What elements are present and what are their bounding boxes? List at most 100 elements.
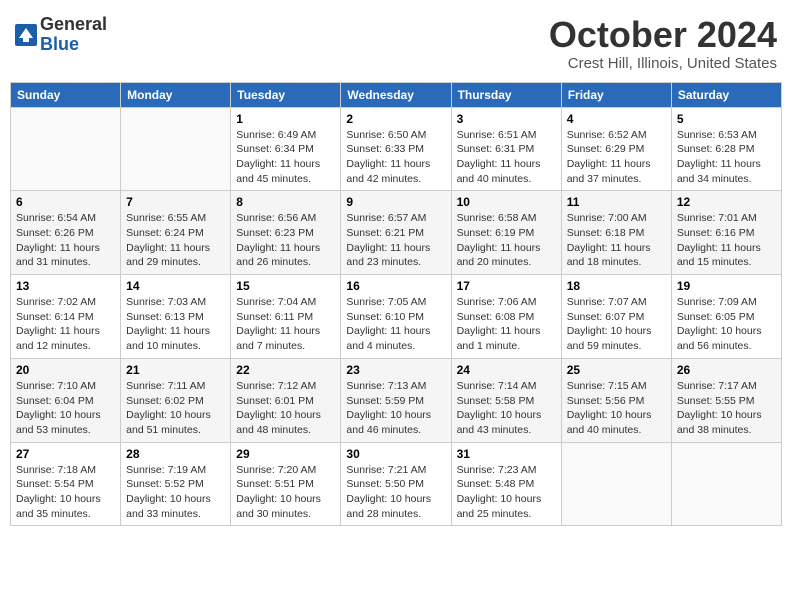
day-number: 16 [346, 279, 445, 293]
calendar-cell: 14 Sunrise: 7:03 AMSunset: 6:13 PMDayligh… [121, 275, 231, 359]
day-detail: Sunrise: 7:23 AMSunset: 5:48 PMDaylight:… [457, 463, 556, 522]
calendar-cell: 31 Sunrise: 7:23 AMSunset: 5:48 PMDayligh… [451, 442, 561, 526]
day-number: 6 [16, 195, 115, 209]
month-title: October 2024 [549, 15, 777, 55]
weekday-header-tuesday: Tuesday [231, 82, 341, 107]
logo-blue: Blue [40, 35, 107, 55]
page-header: General Blue October 2024 Crest Hill, Il… [10, 10, 782, 72]
day-detail: Sunrise: 7:04 AMSunset: 6:11 PMDaylight:… [236, 295, 335, 354]
day-number: 20 [16, 363, 115, 377]
day-detail: Sunrise: 7:20 AMSunset: 5:51 PMDaylight:… [236, 463, 335, 522]
day-detail: Sunrise: 6:50 AMSunset: 6:33 PMDaylight:… [346, 128, 445, 187]
day-number: 5 [677, 112, 776, 126]
calendar-cell [11, 107, 121, 191]
day-detail: Sunrise: 7:18 AMSunset: 5:54 PMDaylight:… [16, 463, 115, 522]
day-detail: Sunrise: 7:13 AMSunset: 5:59 PMDaylight:… [346, 379, 445, 438]
week-row-4: 20 Sunrise: 7:10 AMSunset: 6:04 PMDayligh… [11, 358, 782, 442]
day-detail: Sunrise: 6:52 AMSunset: 6:29 PMDaylight:… [567, 128, 666, 187]
calendar-cell: 16 Sunrise: 7:05 AMSunset: 6:10 PMDayligh… [341, 275, 451, 359]
calendar-cell: 7 Sunrise: 6:55 AMSunset: 6:24 PMDaylight… [121, 191, 231, 275]
day-number: 9 [346, 195, 445, 209]
calendar-cell: 18 Sunrise: 7:07 AMSunset: 6:07 PMDayligh… [561, 275, 671, 359]
day-detail: Sunrise: 6:56 AMSunset: 6:23 PMDaylight:… [236, 211, 335, 270]
calendar-cell: 17 Sunrise: 7:06 AMSunset: 6:08 PMDayligh… [451, 275, 561, 359]
weekday-header-wednesday: Wednesday [341, 82, 451, 107]
day-number: 27 [16, 447, 115, 461]
day-number: 11 [567, 195, 666, 209]
calendar-cell: 11 Sunrise: 7:00 AMSunset: 6:18 PMDayligh… [561, 191, 671, 275]
calendar-cell: 3Sunrise: 6:51 AMSunset: 6:31 PMDaylight… [451, 107, 561, 191]
calendar-cell: 29 Sunrise: 7:20 AMSunset: 5:51 PMDayligh… [231, 442, 341, 526]
calendar-cell: 22 Sunrise: 7:12 AMSunset: 6:01 PMDayligh… [231, 358, 341, 442]
day-number: 17 [457, 279, 556, 293]
day-number: 29 [236, 447, 335, 461]
day-number: 28 [126, 447, 225, 461]
day-detail: Sunrise: 6:54 AMSunset: 6:26 PMDaylight:… [16, 211, 115, 270]
calendar-cell: 25 Sunrise: 7:15 AMSunset: 5:56 PMDayligh… [561, 358, 671, 442]
calendar-cell: 13 Sunrise: 7:02 AMSunset: 6:14 PMDayligh… [11, 275, 121, 359]
calendar-cell: 19 Sunrise: 7:09 AMSunset: 6:05 PMDayligh… [671, 275, 781, 359]
calendar-cell: 12 Sunrise: 7:01 AMSunset: 6:16 PMDayligh… [671, 191, 781, 275]
day-number: 24 [457, 363, 556, 377]
day-number: 3 [457, 112, 556, 126]
day-detail: Sunrise: 7:07 AMSunset: 6:07 PMDaylight:… [567, 295, 666, 354]
week-row-2: 6 Sunrise: 6:54 AMSunset: 6:26 PMDaylight… [11, 191, 782, 275]
calendar-cell: 8 Sunrise: 6:56 AMSunset: 6:23 PMDaylight… [231, 191, 341, 275]
weekday-header-monday: Monday [121, 82, 231, 107]
day-detail: Sunrise: 6:58 AMSunset: 6:19 PMDaylight:… [457, 211, 556, 270]
calendar-cell: 30Sunrise: 7:21 AMSunset: 5:50 PMDayligh… [341, 442, 451, 526]
day-detail: Sunrise: 7:00 AMSunset: 6:18 PMDaylight:… [567, 211, 666, 270]
calendar-cell: 5 Sunrise: 6:53 AMSunset: 6:28 PMDaylight… [671, 107, 781, 191]
calendar-cell: 15 Sunrise: 7:04 AMSunset: 6:11 PMDayligh… [231, 275, 341, 359]
day-number: 4 [567, 112, 666, 126]
calendar-cell: 28 Sunrise: 7:19 AMSunset: 5:52 PMDayligh… [121, 442, 231, 526]
logo: General Blue [15, 15, 107, 55]
day-detail: Sunrise: 7:10 AMSunset: 6:04 PMDaylight:… [16, 379, 115, 438]
weekday-header-saturday: Saturday [671, 82, 781, 107]
day-number: 13 [16, 279, 115, 293]
day-detail: Sunrise: 6:49 AMSunset: 6:34 PMDaylight:… [236, 128, 335, 187]
calendar-cell: 21Sunrise: 7:11 AMSunset: 6:02 PMDayligh… [121, 358, 231, 442]
day-detail: Sunrise: 7:03 AMSunset: 6:13 PMDaylight:… [126, 295, 225, 354]
day-number: 23 [346, 363, 445, 377]
day-detail: Sunrise: 7:05 AMSunset: 6:10 PMDaylight:… [346, 295, 445, 354]
day-detail: Sunrise: 6:55 AMSunset: 6:24 PMDaylight:… [126, 211, 225, 270]
day-number: 12 [677, 195, 776, 209]
day-number: 25 [567, 363, 666, 377]
day-number: 18 [567, 279, 666, 293]
day-number: 15 [236, 279, 335, 293]
logo-icon [15, 24, 37, 46]
day-number: 7 [126, 195, 225, 209]
logo-general: General [40, 15, 107, 35]
day-detail: Sunrise: 7:02 AMSunset: 6:14 PMDaylight:… [16, 295, 115, 354]
day-detail: Sunrise: 7:01 AMSunset: 6:16 PMDaylight:… [677, 211, 776, 270]
day-number: 22 [236, 363, 335, 377]
day-detail: Sunrise: 7:15 AMSunset: 5:56 PMDaylight:… [567, 379, 666, 438]
calendar-cell: 24 Sunrise: 7:14 AMSunset: 5:58 PMDayligh… [451, 358, 561, 442]
day-number: 31 [457, 447, 556, 461]
weekday-header-thursday: Thursday [451, 82, 561, 107]
day-number: 30 [346, 447, 445, 461]
calendar-cell [121, 107, 231, 191]
calendar-cell [561, 442, 671, 526]
day-number: 14 [126, 279, 225, 293]
calendar-cell: 1 Sunrise: 6:49 AMSunset: 6:34 PMDaylight… [231, 107, 341, 191]
day-number: 8 [236, 195, 335, 209]
day-detail: Sunrise: 7:09 AMSunset: 6:05 PMDaylight:… [677, 295, 776, 354]
day-detail: Sunrise: 7:12 AMSunset: 6:01 PMDaylight:… [236, 379, 335, 438]
calendar-cell: 2Sunrise: 6:50 AMSunset: 6:33 PMDaylight… [341, 107, 451, 191]
calendar-cell: 27 Sunrise: 7:18 AMSunset: 5:54 PMDayligh… [11, 442, 121, 526]
calendar-cell: 4 Sunrise: 6:52 AMSunset: 6:29 PMDaylight… [561, 107, 671, 191]
calendar-cell: 6 Sunrise: 6:54 AMSunset: 6:26 PMDaylight… [11, 191, 121, 275]
day-number: 19 [677, 279, 776, 293]
day-detail: Sunrise: 6:53 AMSunset: 6:28 PMDaylight:… [677, 128, 776, 187]
week-row-3: 13 Sunrise: 7:02 AMSunset: 6:14 PMDayligh… [11, 275, 782, 359]
day-number: 1 [236, 112, 335, 126]
calendar-table: SundayMondayTuesdayWednesdayThursdayFrid… [10, 82, 782, 527]
calendar-cell: 23 Sunrise: 7:13 AMSunset: 5:59 PMDayligh… [341, 358, 451, 442]
title-block: October 2024 Crest Hill, Illinois, Unite… [549, 15, 777, 72]
calendar-cell [671, 442, 781, 526]
day-detail: Sunrise: 7:14 AMSunset: 5:58 PMDaylight:… [457, 379, 556, 438]
day-detail: Sunrise: 7:19 AMSunset: 5:52 PMDaylight:… [126, 463, 225, 522]
day-detail: Sunrise: 7:06 AMSunset: 6:08 PMDaylight:… [457, 295, 556, 354]
